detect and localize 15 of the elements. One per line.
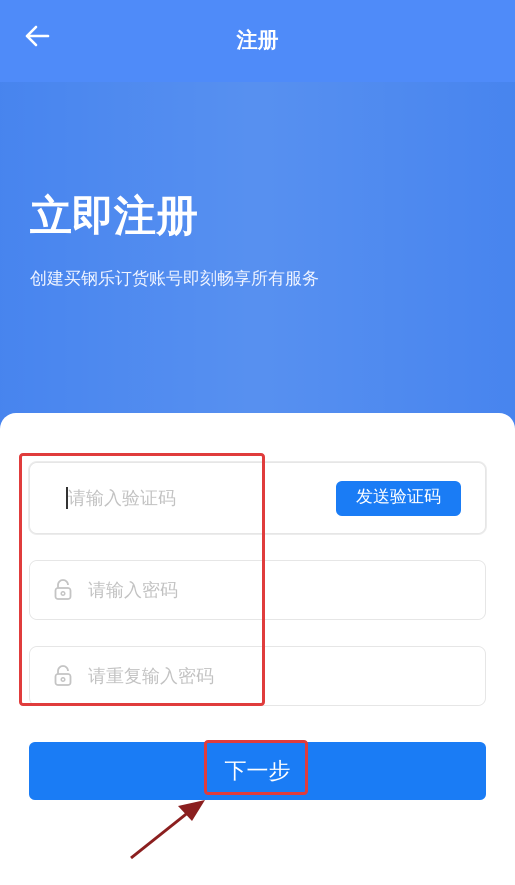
input-field[interactable]: 请输入密码 [29,560,486,620]
input-field[interactable]: 请输入验证码 发送验证码 [29,462,486,534]
input-field[interactable]: 请重复输入密码 [29,646,486,706]
lock-icon [54,579,72,601]
lock-icon [54,665,72,687]
send-code-button[interactable]: 发送验证码 [336,480,461,516]
text-caret [66,487,68,509]
back-arrow-icon[interactable] [24,24,50,48]
placeholder-text[interactable]: 请输入验证码 [68,484,336,512]
page-title: 注册 [236,27,278,54]
hero-title: 立即注册 [30,195,199,237]
placeholder-text[interactable]: 请重复输入密码 [88,662,461,690]
next-button[interactable]: 下一步 [29,742,486,800]
placeholder-text[interactable]: 请输入密码 [88,576,461,604]
hero-subtitle: 创建买钢乐订货账号即刻畅享所有服务 [30,268,320,291]
